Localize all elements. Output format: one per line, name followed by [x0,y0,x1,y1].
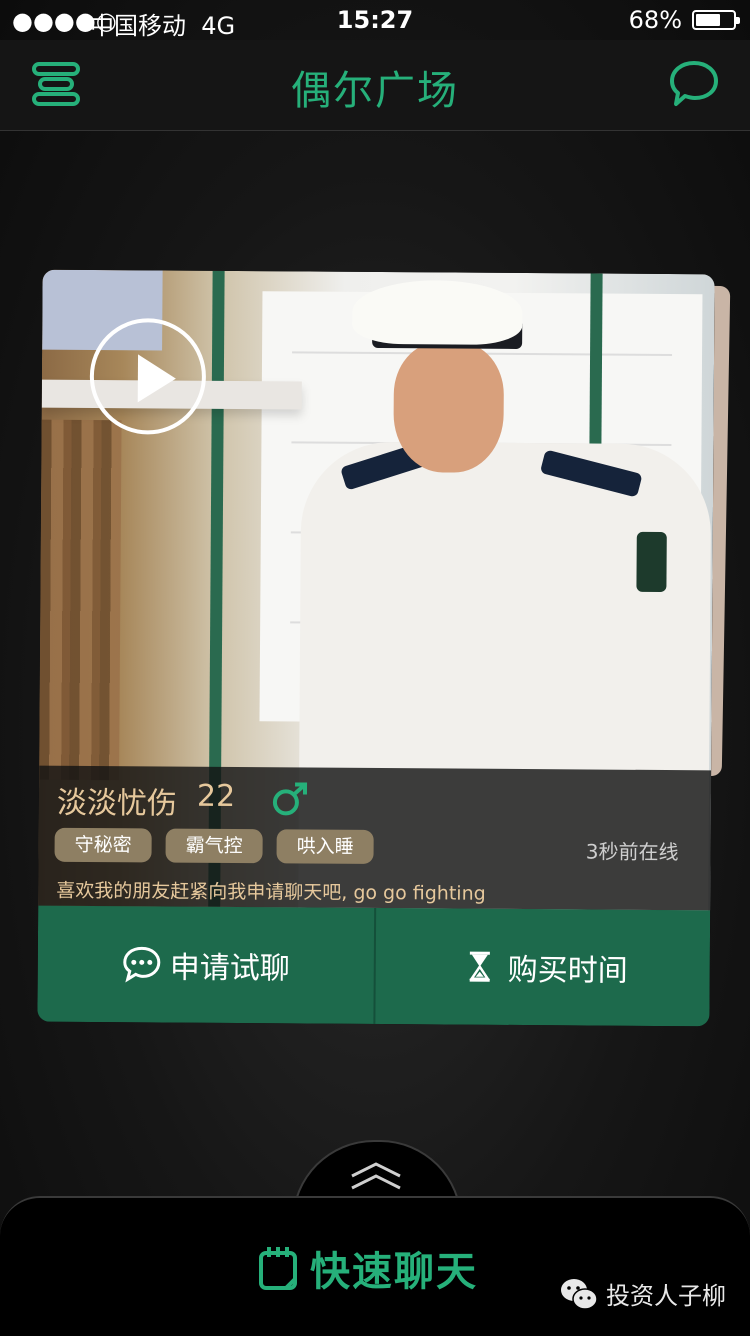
apply-chat-label: 申请试聊 [169,950,290,987]
profile-info-panel: 淡淡忧伤 22 守秘密 霸气控 哄入睡 3秒前在线 喜欢我的朋友赶紧向我申请聊天吧,… [38,765,712,911]
quick-chat-button[interactable]: 快速聊天 [258,1238,478,1298]
status-bar: ●●●●○ 中国移动 4G 15:27 68% [0,0,750,40]
online-status: 3秒前在线 [585,839,679,865]
watermark: 投资人子柳 [560,1276,726,1311]
tag-item: 哄入睡 [276,829,374,864]
male-icon [272,782,308,816]
play-video-button[interactable] [89,317,207,435]
play-icon [137,354,177,403]
profile-card[interactable]: 淡淡忧伤 22 守秘密 霸气控 哄入睡 3秒前在线 喜欢我的朋友赶紧向我申请聊天吧,… [37,269,715,1027]
battery-percent: 68% [628,6,682,34]
tag-item: 守秘密 [54,827,152,863]
hourglass-icon [469,951,491,982]
tag-list: 守秘密 霸气控 哄入睡 [54,827,387,864]
page-title: 偶尔广场 [291,68,459,114]
wechat-icon [561,1278,598,1310]
profile-name: 淡淡忧伤 [56,785,178,822]
apply-chat-button[interactable]: 申请试聊 [37,906,374,1024]
double-chevron-up-icon[interactable] [348,1158,404,1194]
battery-icon [692,10,740,30]
buy-time-label: 购买时间 [507,952,628,989]
card-actions: 申请试聊 购买时间 [37,905,712,1027]
quick-chat-label: 快速聊天 [310,1249,478,1295]
nav-bar: 偶尔广场 [0,40,750,131]
tag-item: 霸气控 [165,828,263,864]
calendar-icon [259,1247,297,1290]
chat-dots-icon [123,946,161,983]
watermark-text: 投资人子柳 [606,1282,726,1310]
profile-motto: 喜欢我的朋友赶紧向我申请聊天吧, go go fighting [56,879,486,905]
profile-age: 22 [196,778,236,815]
chat-bubble-icon[interactable] [668,58,720,110]
buy-time-button[interactable]: 购买时间 [375,908,712,1026]
